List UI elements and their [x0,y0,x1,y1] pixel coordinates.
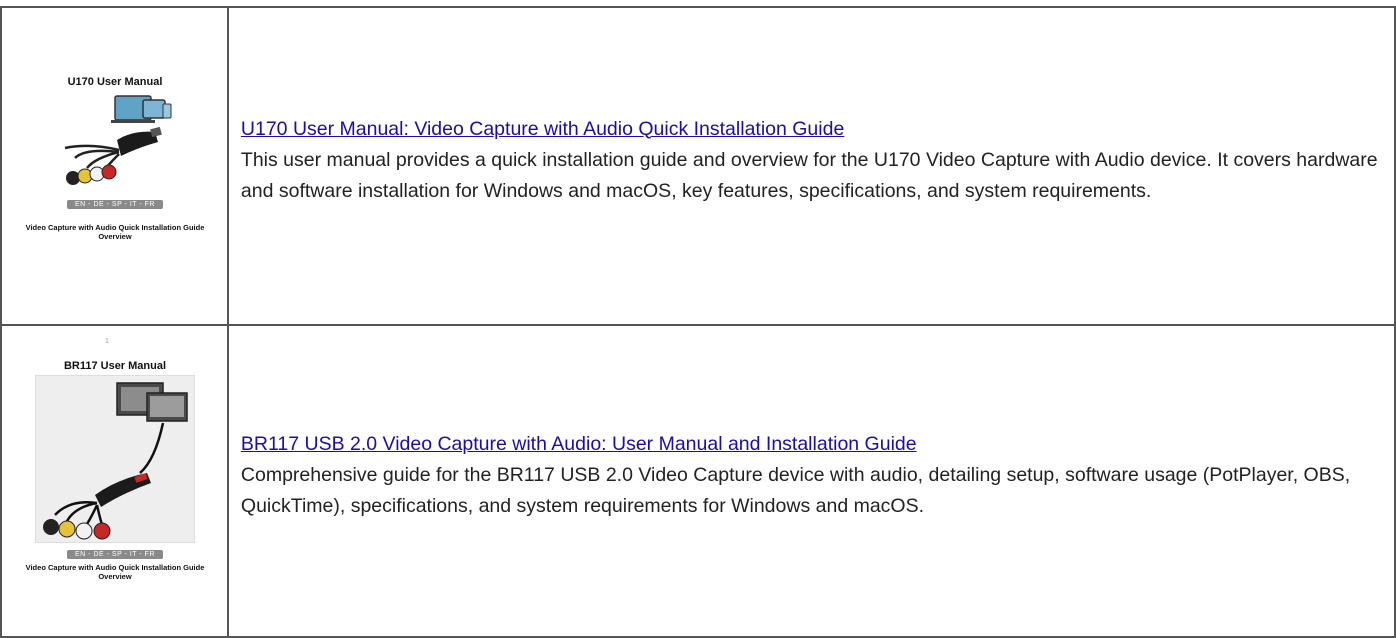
manual-title-link[interactable]: U170 User Manual: Video Capture with Aud… [241,118,844,141]
manual-info: U170 User Manual: Video Capture with Aud… [226,6,1396,326]
manual-thumbnail[interactable]: 1 BR117 User Manual EN - DE - SP - IT - … [0,324,229,638]
manual-info: BR117 USB 2.0 Video Capture with Audio: … [226,324,1396,638]
table-row: 1 BR117 User Manual EN - DE - SP - IT - … [0,324,1396,638]
table-row: U170 User Manual EN - DE - SP - IT - FR … [0,6,1396,326]
language-bar: EN - DE - SP - IT - FR [67,550,163,559]
capture-device-illustration [35,375,195,543]
manual-cover: U170 User Manual EN - DE - SP - IT - FR … [2,76,228,241]
manual-thumbnail[interactable]: U170 User Manual EN - DE - SP - IT - FR … [0,6,229,326]
cover-title: BR117 User Manual [63,360,167,372]
language-bar: EN - DE - SP - IT - FR [67,200,163,209]
manual-title-link[interactable]: BR117 USB 2.0 Video Capture with Audio: … [241,433,917,456]
manual-description: This user manual provides a quick instal… [240,148,1378,202]
cover-caption: Video Capture with Audio Quick Installat… [25,223,205,241]
cover-caption: Video Capture with Audio Quick Installat… [25,563,205,581]
manuals-table: U170 User Manual EN - DE - SP - IT - FR … [0,6,1396,638]
manual-cover: BR117 User Manual EN - DE - SP - IT - FR… [2,360,228,581]
capture-device-illustration [64,95,172,185]
manual-description: Comprehensive guide for the BR117 USB 2.… [240,463,1351,517]
cover-title: U170 User Manual [67,76,163,88]
page-mark: 1 [105,338,109,345]
